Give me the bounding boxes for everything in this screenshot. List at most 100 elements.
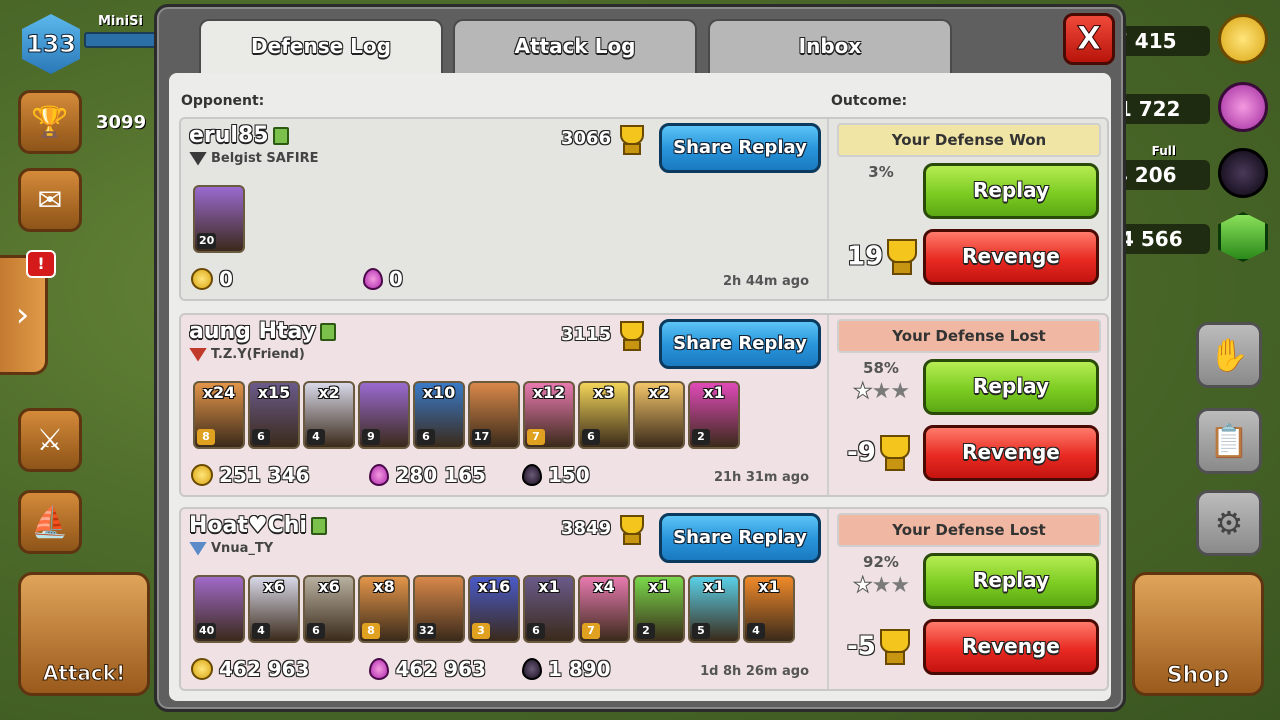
player-name: MiniSi bbox=[98, 14, 143, 29]
troop-level: 7 bbox=[527, 429, 545, 445]
defense-log-panel: Opponent: Outcome: erul85 Belgist SAFIRE 3… bbox=[169, 73, 1111, 701]
gold-coin-icon bbox=[191, 268, 213, 290]
clan-name: Belgist SAFIRE bbox=[211, 151, 319, 166]
loot-dark-elixir: 150 bbox=[521, 463, 590, 487]
loot-elixir-value: 0 bbox=[388, 267, 403, 291]
tab-attack-log[interactable]: Attack Log bbox=[453, 19, 697, 75]
share-replay-button[interactable]: Share Replay bbox=[659, 513, 821, 563]
star-icon: ★ bbox=[871, 379, 892, 404]
layout-editor-button[interactable]: ✋ bbox=[1196, 322, 1262, 388]
revenge-button[interactable]: Revenge bbox=[923, 619, 1099, 675]
loot-dark-elixir-value: 150 bbox=[547, 463, 590, 487]
trophy-change-value: -9 bbox=[847, 437, 876, 468]
archer-icon: x4 7 bbox=[578, 575, 630, 643]
battle-time: 1d 8h 26m ago bbox=[700, 664, 809, 679]
trophy-icon bbox=[617, 321, 645, 351]
troop-count: x12 bbox=[532, 383, 566, 402]
replay-button[interactable]: Replay bbox=[923, 163, 1099, 219]
trophy-league-button[interactable]: 🏆 bbox=[18, 90, 82, 154]
loot-row: 251 346 280 165 150 bbox=[191, 463, 590, 487]
tab-defense-log[interactable]: Defense Log bbox=[199, 19, 443, 81]
troop-level: 4 bbox=[307, 429, 325, 445]
troop-level: 2 bbox=[692, 429, 710, 445]
troop-count: x24 bbox=[202, 383, 236, 402]
attack-button[interactable]: Attack! bbox=[18, 572, 150, 696]
troop-level: 3 bbox=[472, 623, 490, 639]
trophy-change-value: 19 bbox=[847, 241, 884, 272]
troop-level: 6 bbox=[307, 623, 325, 639]
troop-level: 6 bbox=[417, 429, 435, 445]
clan-war-button[interactable]: ⚔ bbox=[18, 408, 82, 472]
opponent-name-text: aung Htay bbox=[189, 319, 317, 344]
troop-count: x4 bbox=[593, 577, 615, 596]
level-badge: 133 bbox=[22, 14, 80, 74]
troop-level: 4 bbox=[747, 623, 765, 639]
loot-elixir-value: 462 963 bbox=[395, 657, 486, 681]
minion-icon: x10 6 bbox=[413, 381, 465, 449]
opponent-trophies: 3849 bbox=[561, 515, 645, 545]
battle-log-modal: Defense Log Attack Log Inbox X Opponent:… bbox=[154, 4, 1126, 712]
revenge-button[interactable]: Revenge bbox=[923, 229, 1099, 285]
troop-level: 17 bbox=[472, 429, 492, 445]
archer-icon: x12 7 bbox=[523, 381, 575, 449]
dark-elixir-drop-icon bbox=[1218, 148, 1268, 198]
column-divider bbox=[827, 509, 829, 689]
trophy-icon bbox=[617, 125, 645, 155]
profile-icon[interactable] bbox=[310, 517, 327, 535]
column-divider bbox=[827, 315, 829, 495]
loot-elixir-value: 280 165 bbox=[395, 463, 486, 487]
trophy-change-value: -5 bbox=[847, 631, 876, 662]
elixir-drop-icon bbox=[1218, 82, 1268, 132]
profile-icon[interactable] bbox=[272, 127, 289, 145]
grand-warden-icon: 20 bbox=[193, 185, 245, 253]
builder-base-button[interactable]: ⛵ bbox=[18, 490, 82, 554]
trophy-change: 19 bbox=[847, 239, 918, 275]
share-replay-button[interactable]: Share Replay bbox=[659, 123, 821, 173]
wizard-icon: x1 6 bbox=[523, 575, 575, 643]
opponent-name: Hoat♥Chi bbox=[189, 513, 327, 538]
loot-elixir: 280 165 bbox=[369, 463, 486, 487]
revenge-button[interactable]: Revenge bbox=[923, 425, 1099, 481]
loot-gold: 251 346 bbox=[191, 463, 309, 487]
opponent-name-text: erul85 bbox=[189, 123, 269, 148]
notes-button[interactable]: 📋 bbox=[1196, 408, 1262, 474]
crossed-swords-icon: ⚔ bbox=[36, 422, 64, 458]
clan-badge-icon bbox=[189, 347, 207, 362]
defense-log-entry: Hoat♥Chi Vnua_TY 3849 Share Replay 40 x6 4 x6 6… bbox=[179, 507, 1109, 691]
trophy-value: 3115 bbox=[561, 324, 612, 345]
replay-button[interactable]: Replay bbox=[923, 553, 1099, 609]
troop-level: 4 bbox=[252, 623, 270, 639]
trophy-value: 3066 bbox=[561, 128, 612, 149]
star-icon: ★ bbox=[871, 573, 892, 598]
star-icon: ★ bbox=[890, 573, 910, 598]
troop-count: x16 bbox=[477, 577, 511, 596]
opponent-clan: Belgist SAFIRE bbox=[189, 151, 318, 166]
hand-icon: ✋ bbox=[1209, 336, 1249, 374]
barbarian-king-icon: 17 bbox=[468, 381, 520, 449]
share-replay-button[interactable]: Share Replay bbox=[659, 319, 821, 369]
troop-count: x15 bbox=[257, 383, 291, 402]
tab-inbox[interactable]: Inbox bbox=[708, 19, 952, 75]
replay-button[interactable]: Replay bbox=[923, 359, 1099, 415]
outcome-column-label: Outcome: bbox=[831, 93, 908, 109]
jump-spell-icon: x1 2 bbox=[633, 575, 685, 643]
loot-elixir: 0 bbox=[362, 267, 403, 291]
troop-count: x1 bbox=[648, 577, 670, 596]
messages-button[interactable]: ✉ bbox=[18, 168, 82, 232]
poison-spell-icon: x1 2 bbox=[688, 381, 740, 449]
trophy-count: 3099 bbox=[96, 112, 147, 133]
shop-button[interactable]: Shop bbox=[1132, 572, 1264, 696]
troop-level: 6 bbox=[527, 623, 545, 639]
troops-used: 20 bbox=[193, 185, 245, 253]
trophy-change: -5 bbox=[847, 629, 910, 665]
loot-elixir: 462 963 bbox=[369, 657, 486, 681]
settings-button[interactable]: ⚙ bbox=[1196, 490, 1262, 556]
troop-count: x2 bbox=[648, 383, 670, 402]
close-button[interactable]: X bbox=[1063, 13, 1115, 65]
opponent-column-label: Opponent: bbox=[181, 93, 265, 109]
profile-icon[interactable] bbox=[320, 323, 337, 341]
rage-spell-icon: x3 6 bbox=[578, 381, 630, 449]
troop-count: x1 bbox=[703, 577, 725, 596]
lightning-spell-icon: x1 4 bbox=[743, 575, 795, 643]
defense-log-entry: erul85 Belgist SAFIRE 3066 Share Replay 20 0… bbox=[179, 117, 1109, 301]
